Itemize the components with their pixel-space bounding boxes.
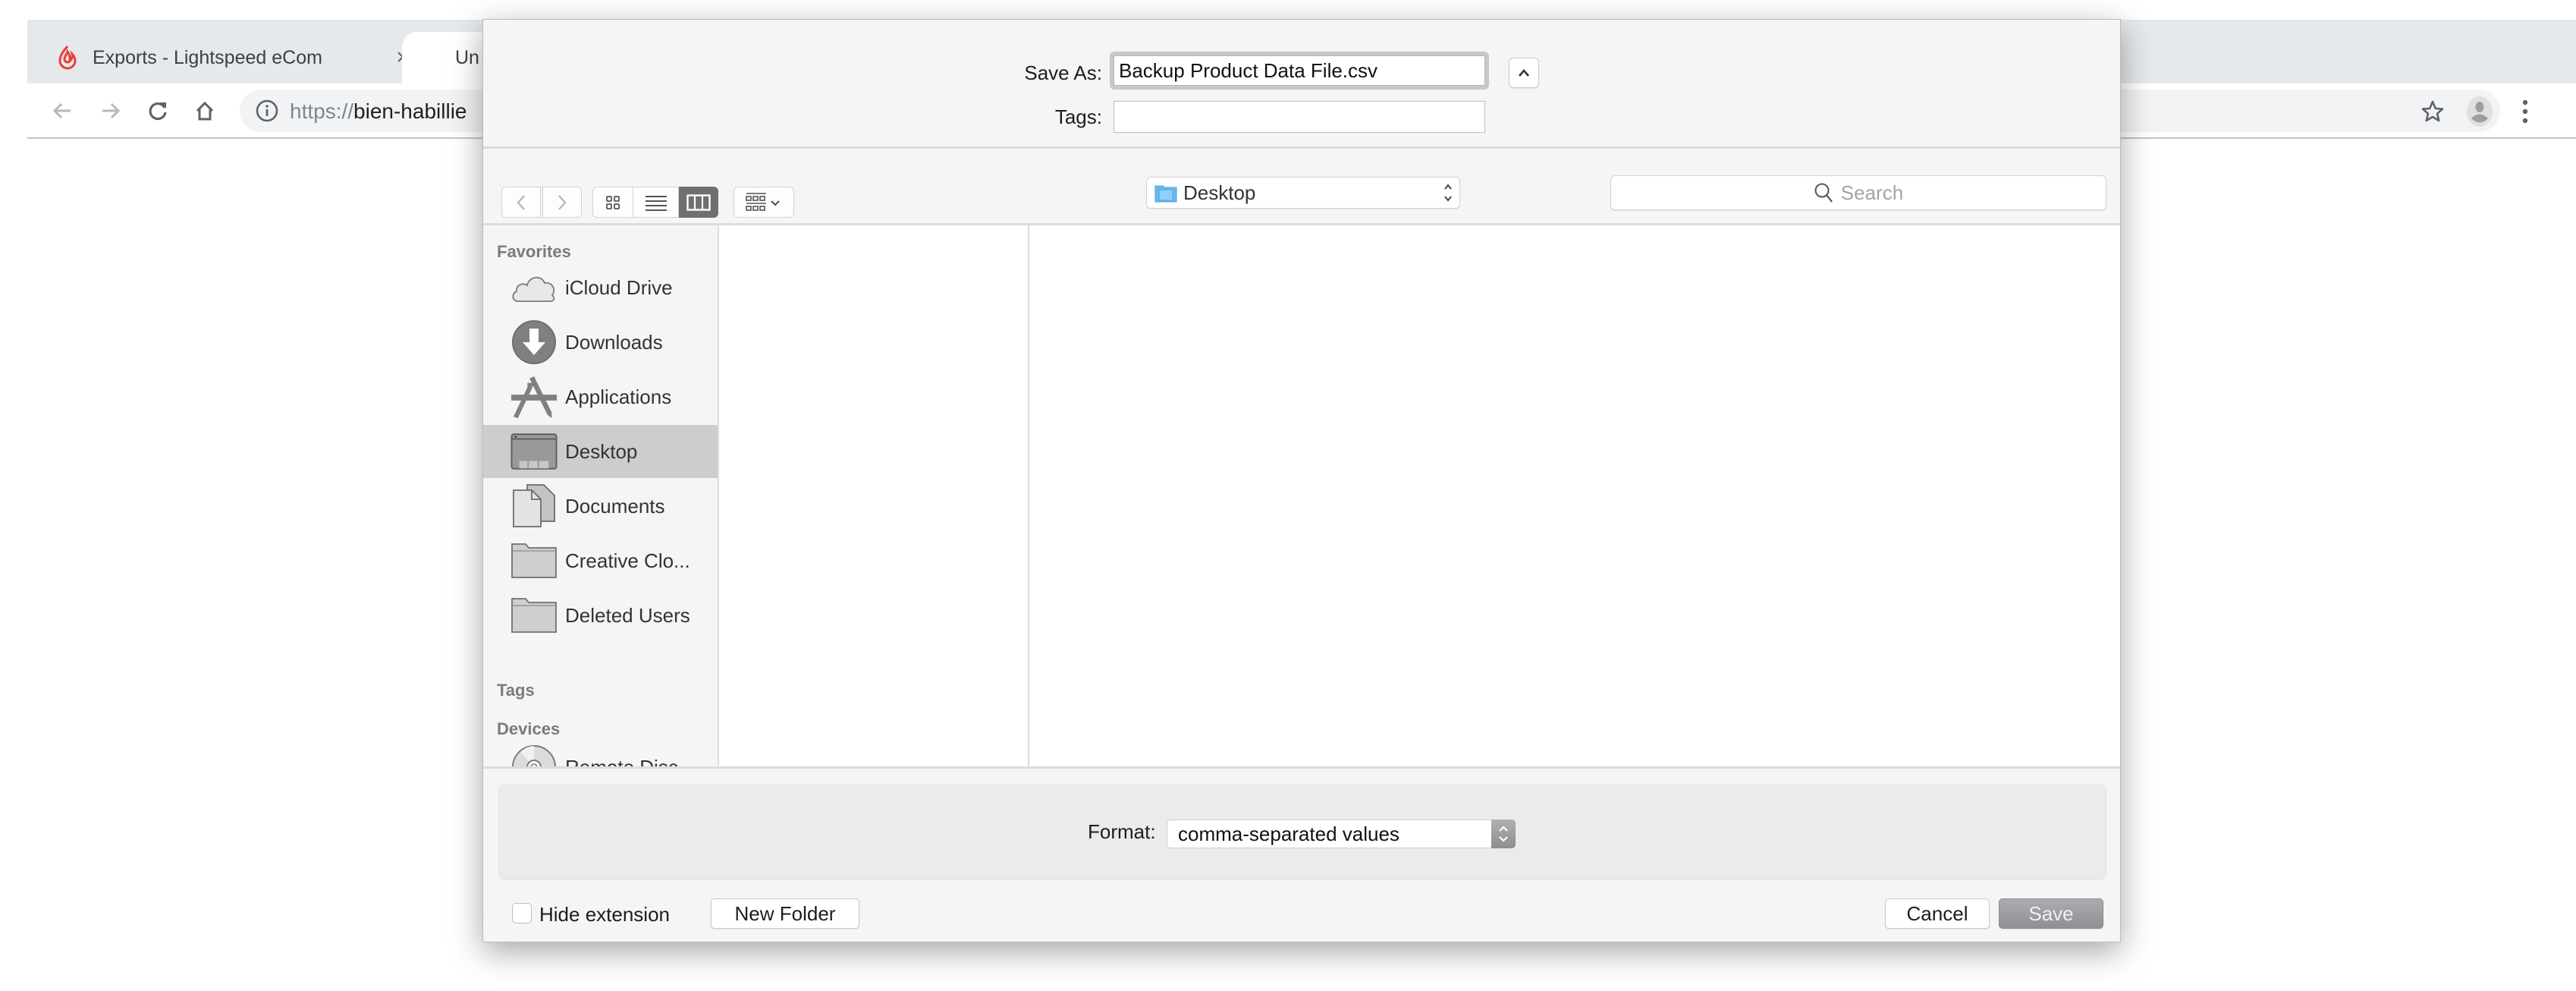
back-arrow-icon[interactable] <box>49 97 76 124</box>
expand-dialog-button[interactable] <box>1509 58 1539 88</box>
icon-view-button[interactable] <box>592 187 633 218</box>
sidebar-item-label: Downloads <box>565 330 663 354</box>
home-icon[interactable] <box>191 97 218 124</box>
sidebar-item-documents[interactable]: Documents <box>483 480 718 533</box>
tab-title: Un <box>455 46 479 68</box>
applications-icon <box>510 375 558 419</box>
save-as-input[interactable] <box>1114 55 1485 86</box>
icon-view-icon <box>606 195 620 209</box>
list-view-icon <box>645 195 667 211</box>
column-resize-divider[interactable] <box>1028 225 1029 766</box>
forward-arrow-icon[interactable] <box>97 97 124 124</box>
chevron-up-icon <box>1519 69 1529 77</box>
save-as-label: Save As: <box>1024 61 1102 84</box>
arrange-grid-icon <box>746 192 780 211</box>
sidebar-item-label: Deleted Users <box>565 603 690 627</box>
documents-icon <box>510 484 558 528</box>
sidebar-item-label: Documents <box>565 494 665 518</box>
download-icon <box>510 320 558 364</box>
bookmark-star-icon[interactable] <box>2415 94 2450 129</box>
desktop-folder-icon <box>1154 183 1177 203</box>
chevron-left-icon <box>517 194 525 210</box>
sidebar-section-tags: Tags <box>497 681 535 700</box>
search-field[interactable]: Search <box>1610 175 2106 210</box>
column-view-button[interactable] <box>679 187 718 218</box>
save-as-field-focus-ring <box>1110 52 1489 90</box>
tags-label: Tags: <box>1054 105 1102 128</box>
location-label: Desktop <box>1183 181 1256 204</box>
url-text: https://bien-habillie <box>290 99 467 123</box>
search-placeholder: Search <box>1840 181 1904 204</box>
back-forward-group <box>501 187 582 218</box>
sidebar-section-favorites: Favorites <box>497 242 571 261</box>
file-browser: Favorites iCloud Drive Downloads Applica… <box>483 225 2120 769</box>
new-folder-button[interactable]: New Folder <box>711 898 859 929</box>
format-value: comma-separated values <box>1178 822 1400 845</box>
sidebar-item-applications[interactable]: Applications <box>483 370 718 423</box>
sidebar-item-label: Creative Clo... <box>565 549 690 572</box>
sidebar-section-devices: Devices <box>497 719 561 738</box>
browser-menu-icon[interactable] <box>2508 94 2543 129</box>
arrange-menu-button[interactable] <box>734 187 794 218</box>
save-dialog: Save As: Tags: <box>482 19 2121 942</box>
dialog-footer: Hide extension New Folder Cancel Save <box>483 892 2120 938</box>
tab-title: Exports - Lightspeed eCom <box>93 46 322 68</box>
hide-extension-checkbox[interactable] <box>512 903 532 923</box>
sidebar-item-creative-cloud[interactable]: Creative Clo... <box>483 534 718 587</box>
sidebar-item-desktop[interactable]: Desktop <box>483 425 718 478</box>
view-mode-group <box>592 187 718 218</box>
sidebar-item-label: Desktop <box>565 439 638 463</box>
lightspeed-flame-icon <box>58 45 77 71</box>
sidebar-item-label: Remote Disc <box>565 756 678 767</box>
folder-icon <box>510 593 558 637</box>
format-label: Format: <box>1088 820 1156 843</box>
folder-icon <box>510 539 558 583</box>
profile-avatar-icon[interactable] <box>2462 94 2497 129</box>
tab-exports[interactable]: Exports - Lightspeed eCom × <box>58 32 414 83</box>
search-icon <box>1814 182 1833 203</box>
save-dialog-header: Save As: Tags: <box>483 20 2120 149</box>
back-button[interactable] <box>501 187 541 218</box>
sidebar-item-downloads[interactable]: Downloads <box>483 316 718 369</box>
sidebar-item-icloud-drive[interactable]: iCloud Drive <box>483 261 718 314</box>
updown-chevron-icon <box>1443 181 1453 210</box>
tags-input[interactable] <box>1114 101 1485 133</box>
format-select[interactable]: comma-separated values <box>1167 820 1516 848</box>
cloud-icon <box>510 266 558 310</box>
format-accessory-panel: Format: comma-separated values <box>498 785 2106 880</box>
hide-extension-label[interactable]: Hide extension <box>539 903 670 927</box>
sidebar: Favorites iCloud Drive Downloads Applica… <box>483 225 719 766</box>
site-info-icon[interactable] <box>255 99 279 127</box>
disc-icon <box>510 745 558 766</box>
chevron-right-icon <box>558 194 567 210</box>
updown-chevron-icon <box>1491 820 1516 848</box>
desktop-icon <box>510 429 558 473</box>
column-view-icon <box>686 193 711 211</box>
sidebar-item-remote-disc[interactable]: Remote Disc <box>483 741 718 767</box>
list-view-button[interactable] <box>633 187 679 218</box>
sidebar-item-deleted-users[interactable]: Deleted Users <box>483 589 718 642</box>
reload-icon[interactable] <box>144 97 171 124</box>
dialog-toolbar: Desktop Search <box>483 151 2120 225</box>
location-popup[interactable]: Desktop <box>1146 177 1460 209</box>
save-button[interactable]: Save <box>1999 898 2103 929</box>
cancel-button[interactable]: Cancel <box>1885 898 1990 929</box>
forward-button[interactable] <box>542 187 582 218</box>
arrange-group <box>734 187 794 218</box>
sidebar-item-label: iCloud Drive <box>565 275 673 299</box>
sidebar-item-label: Applications <box>565 385 672 408</box>
